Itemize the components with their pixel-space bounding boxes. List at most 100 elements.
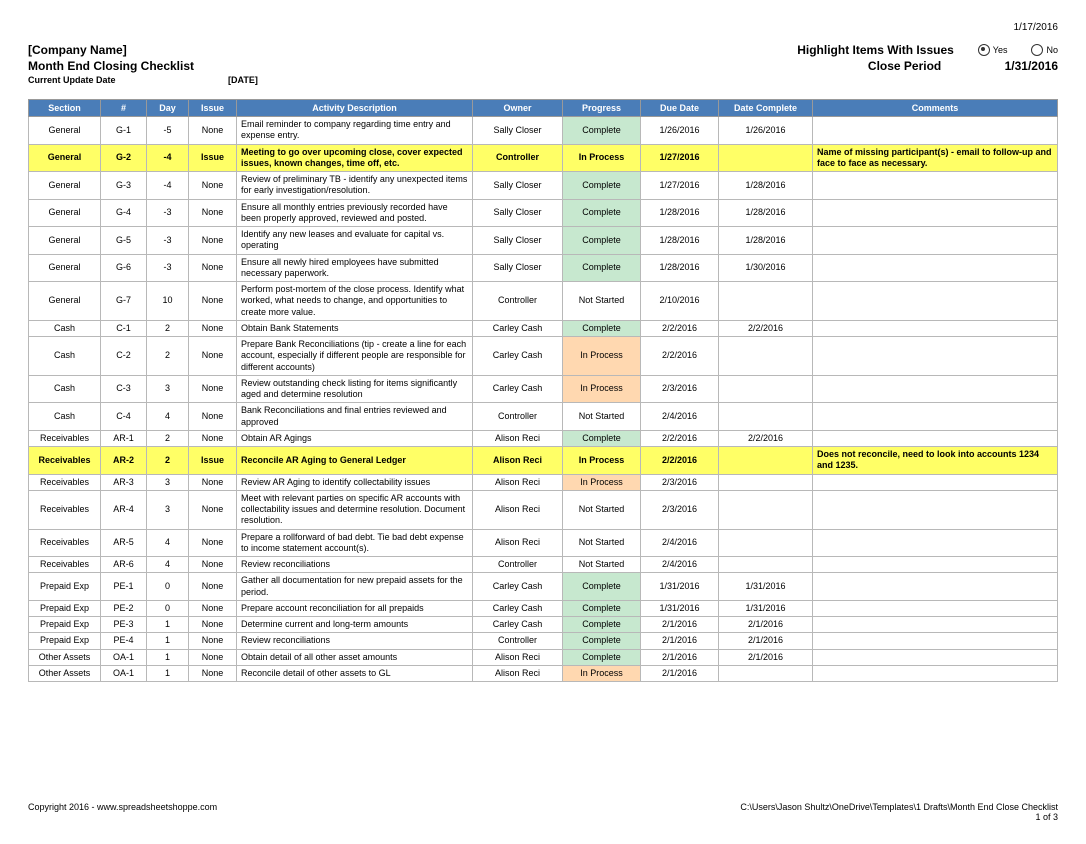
table-row: CashC-12NoneObtain Bank StatementsCarley… [29,320,1058,336]
table-row: ReceivablesAR-64NoneReview reconciliatio… [29,557,1058,573]
cell-due: 1/26/2016 [641,117,719,145]
cell-owner: Alison Reci [473,430,563,446]
cell-owner: Carley Cash [473,320,563,336]
cell-num: G-1 [101,117,147,145]
cell-issue: None [189,227,237,255]
cell-section: Receivables [29,490,101,529]
col-activity: Activity Description [237,100,473,117]
cell-day: -4 [147,172,189,200]
cell-issue: None [189,529,237,557]
table-row: ReceivablesAR-22IssueReconcile AR Aging … [29,447,1058,475]
cell-activity: Review outstanding check listing for ite… [237,375,473,403]
radio-no-label: No [1046,45,1058,55]
cell-due: 1/27/2016 [641,172,719,200]
cell-complete: 1/31/2016 [719,573,813,601]
cell-owner: Alison Reci [473,529,563,557]
radio-no[interactable]: No [1031,44,1058,56]
col-day: Day [147,100,189,117]
cell-due: 2/1/2016 [641,649,719,665]
radio-yes-label: Yes [993,45,1008,55]
cell-owner: Controller [473,403,563,431]
cell-owner: Carley Cash [473,617,563,633]
cell-comments [813,617,1058,633]
cell-num: G-6 [101,254,147,282]
cell-day: 1 [147,633,189,649]
cell-activity: Review of preliminary TB - identify any … [237,172,473,200]
checklist-table: Section # Day Issue Activity Description… [28,99,1058,682]
cell-progress: In Process [563,447,641,475]
cell-section: Other Assets [29,649,101,665]
cell-complete: 1/31/2016 [719,600,813,616]
cell-section: Prepaid Exp [29,600,101,616]
cell-due: 2/2/2016 [641,320,719,336]
cell-comments [813,649,1058,665]
cell-day: 10 [147,282,189,321]
table-row: ReceivablesAR-33NoneReview AR Aging to i… [29,474,1058,490]
cell-section: General [29,254,101,282]
cell-issue: Issue [189,447,237,475]
cell-day: -3 [147,254,189,282]
cell-activity: Determine current and long-term amounts [237,617,473,633]
cell-owner: Controller [473,557,563,573]
cell-num: G-2 [101,144,147,172]
header: [Company Name] Month End Closing Checkli… [28,43,1058,85]
cell-day: 1 [147,649,189,665]
cell-complete: 1/28/2016 [719,172,813,200]
cell-complete [719,529,813,557]
col-owner: Owner [473,100,563,117]
cell-activity: Review reconciliations [237,633,473,649]
table-row: Prepaid ExpPE-31NoneDetermine current an… [29,617,1058,633]
cell-complete: 2/1/2016 [719,617,813,633]
cell-issue: None [189,430,237,446]
cell-owner: Alison Reci [473,474,563,490]
cell-progress: Not Started [563,490,641,529]
cell-owner: Controller [473,282,563,321]
cell-complete [719,665,813,681]
cell-section: Cash [29,320,101,336]
cell-day: 1 [147,617,189,633]
cell-owner: Sally Closer [473,254,563,282]
cell-activity: Reconcile detail of other assets to GL [237,665,473,681]
cell-comments [813,172,1058,200]
cell-complete [719,557,813,573]
cell-num: C-1 [101,320,147,336]
cell-num: G-3 [101,172,147,200]
radio-yes[interactable]: Yes [978,44,1008,56]
cell-activity: Bank Reconciliations and final entries r… [237,403,473,431]
cell-day: -4 [147,144,189,172]
table-row: GeneralG-5-3NoneIdentify any new leases … [29,227,1058,255]
cell-progress: Complete [563,254,641,282]
cell-num: AR-4 [101,490,147,529]
cell-owner: Carley Cash [473,337,563,376]
cell-progress: Complete [563,649,641,665]
table-row: Other AssetsOA-11NoneObtain detail of al… [29,649,1058,665]
cell-comments [813,254,1058,282]
cell-due: 1/28/2016 [641,227,719,255]
cell-activity: Prepare a rollforward of bad debt. Tie b… [237,529,473,557]
cell-issue: None [189,474,237,490]
cell-owner: Alison Reci [473,447,563,475]
cell-complete: 2/1/2016 [719,633,813,649]
cell-activity: Identify any new leases and evaluate for… [237,227,473,255]
cell-issue: None [189,600,237,616]
table-row: ReceivablesAR-43NoneMeet with relevant p… [29,490,1058,529]
cell-day: 3 [147,490,189,529]
col-issue: Issue [189,100,237,117]
cell-due: 2/2/2016 [641,447,719,475]
cell-comments [813,573,1058,601]
cell-section: Prepaid Exp [29,633,101,649]
col-num: # [101,100,147,117]
cell-activity: Obtain detail of all other asset amounts [237,649,473,665]
cell-owner: Alison Reci [473,649,563,665]
cell-comments [813,227,1058,255]
cell-issue: None [189,617,237,633]
cell-num: PE-1 [101,573,147,601]
cell-complete [719,490,813,529]
table-row: Prepaid ExpPE-41NoneReview reconciliatio… [29,633,1058,649]
footer-page: 1 of 3 [740,812,1058,822]
company-name: [Company Name] [28,43,258,57]
table-row: GeneralG-3-4NoneReview of preliminary TB… [29,172,1058,200]
cell-issue: None [189,337,237,376]
footer-copyright: Copyright 2016 - www.spreadsheetshoppe.c… [28,802,217,822]
cell-issue: None [189,403,237,431]
